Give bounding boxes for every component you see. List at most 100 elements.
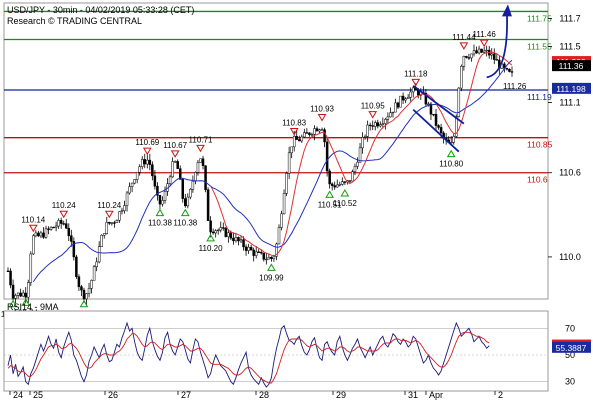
usdjpy-chart: 111.75111.55111.19110.85110.6109.73109.7… [1, 2, 591, 400]
candle-body [510, 71, 514, 73]
candle-body [265, 258, 268, 261]
swing-low-label: 110.38 [173, 219, 197, 228]
candle-body [49, 226, 53, 230]
candle-body [260, 251, 263, 254]
candle-body [308, 132, 311, 135]
candle-body [133, 179, 136, 184]
candle-body [67, 227, 71, 236]
candle-body [325, 141, 329, 172]
candle-body [105, 221, 109, 234]
candle-body [209, 220, 212, 233]
candle-body [472, 50, 476, 55]
candle-body [37, 232, 40, 237]
candle-body [292, 136, 296, 148]
candle-body [434, 113, 438, 126]
candle-body [171, 161, 174, 178]
candle-body [404, 98, 407, 101]
candle-body [11, 284, 15, 299]
swing-high-label: 110.71 [189, 135, 213, 144]
candle-body [343, 181, 347, 183]
candle-body [477, 48, 481, 54]
candle-body [6, 270, 10, 272]
swing-low-label: 109.99 [259, 273, 284, 282]
candle-body [194, 172, 197, 182]
candle-body [70, 235, 73, 242]
candle-body [54, 225, 58, 228]
candle-body [16, 292, 20, 296]
candle-body [29, 253, 33, 283]
level-label: 110.85 [527, 140, 553, 150]
candle-body [52, 226, 55, 229]
candle-body [290, 146, 293, 154]
x-tick-label: 31 [408, 390, 418, 400]
candle-body [125, 192, 129, 206]
candle-body [222, 227, 225, 229]
level-note-label: 111.26 [503, 82, 527, 91]
candle-body [42, 232, 45, 238]
candle-body [211, 231, 215, 234]
candle-body [14, 295, 17, 299]
candle-body [396, 102, 400, 108]
candle-body [216, 229, 220, 232]
candle-body [95, 261, 98, 267]
candle-body [465, 56, 468, 58]
y-tick-label: 110.0 [559, 252, 581, 262]
candle-body [373, 122, 377, 127]
candle-body [303, 132, 306, 138]
candle-body [300, 136, 304, 142]
level-label: 110.6 [527, 175, 548, 185]
candle-body [128, 186, 131, 194]
candle-body [219, 227, 222, 231]
candle-body [168, 176, 172, 184]
candle-body [298, 139, 301, 142]
candle-body [199, 158, 202, 163]
swing-low-label: 110.52 [333, 199, 357, 208]
candle-body [389, 112, 392, 118]
candle-body [338, 184, 342, 186]
candle-body [153, 175, 157, 187]
candle-body [282, 193, 286, 215]
swing-high-label: 111.46 [473, 30, 497, 39]
candle-body [485, 49, 488, 52]
candle-body [135, 171, 139, 180]
candle-body [214, 230, 217, 234]
candle-body [333, 185, 336, 188]
candle-body [189, 189, 192, 198]
candle-body [505, 68, 509, 70]
candle-body [62, 223, 65, 225]
candle-body [439, 127, 443, 134]
chart-title: USD/JPY - 30min - 04/02/2019 05:33:28 (C… [7, 5, 194, 15]
candle-body [204, 165, 207, 190]
candle-body [143, 159, 147, 165]
y-tick-label: 111.1 [559, 98, 580, 108]
candle-body [427, 103, 430, 106]
x-tick-label: 2 [498, 390, 503, 400]
swing-low-label: 110.20 [199, 244, 223, 253]
candle-body [113, 222, 116, 224]
x-tick-label: 25 [33, 390, 43, 400]
candle-body [227, 232, 230, 237]
candle-body [9, 270, 12, 286]
candle-body [411, 87, 415, 93]
rsi-axis: 70503057.087655.3887 [552, 323, 591, 387]
x-tick-label: 26 [108, 390, 118, 400]
candle-body [508, 68, 511, 72]
rsi-tick-label: 70 [565, 323, 575, 333]
candle-body [371, 125, 374, 127]
price-badge-label: 111.198 [556, 84, 586, 94]
candle-body [244, 246, 248, 251]
candle-body [386, 116, 390, 120]
candle-body [361, 137, 364, 149]
candle-body [65, 223, 68, 229]
candle-body [138, 166, 141, 173]
candle-body [254, 251, 258, 256]
candle-body [130, 182, 134, 187]
candle-body [330, 183, 334, 186]
candle-body [381, 123, 385, 125]
candle-body [196, 162, 200, 173]
rsi-badge-label: 55.3887 [556, 343, 587, 353]
candle-body [460, 66, 463, 89]
candle-body [437, 125, 440, 128]
candle-body [146, 159, 149, 165]
candle-body [140, 159, 144, 167]
